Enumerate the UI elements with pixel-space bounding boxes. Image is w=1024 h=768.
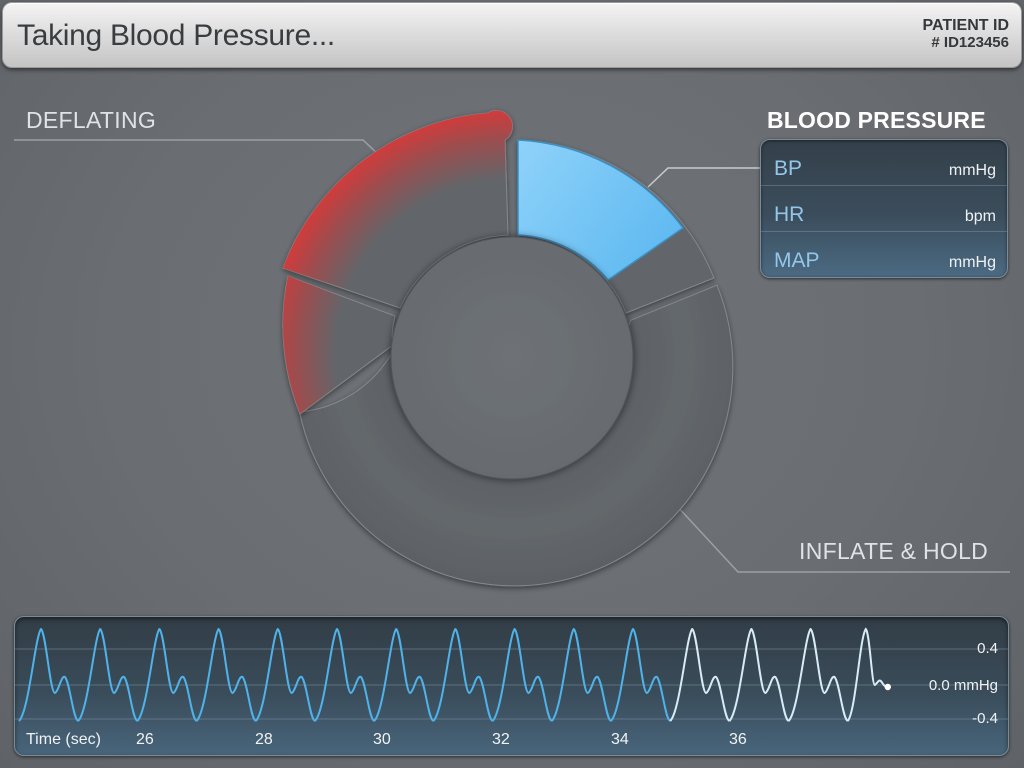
hr-label: HR bbox=[774, 203, 805, 226]
bp-row: BP mmHg bbox=[761, 140, 1007, 186]
deflating-status-label: DEFLATING bbox=[26, 107, 157, 133]
waveform-beat bbox=[373, 628, 435, 722]
waveform-current-beat bbox=[846, 627, 888, 722]
waveform-beat bbox=[669, 628, 731, 722]
hr-unit: bpm bbox=[964, 208, 996, 225]
blood-pressure-heading: BLOOD PRESSURE bbox=[767, 107, 986, 133]
x-axis-label: Time (sec) bbox=[26, 731, 101, 748]
pressure-waveform bbox=[15, 627, 1008, 722]
waveform-beat bbox=[787, 628, 849, 722]
pressure-waveform-panel: 0.4 0.0 mmHg -0.4 Time (sec) 26 28 30 32… bbox=[14, 616, 1009, 756]
waveform-beat bbox=[610, 628, 671, 722]
deflating-leader-line bbox=[14, 139, 396, 171]
waveform-beat bbox=[195, 628, 257, 722]
y-tick-zero: 0.0 mmHg bbox=[928, 677, 998, 694]
waveform-beat bbox=[136, 628, 198, 722]
waveform-beat bbox=[254, 628, 316, 722]
x-tick-34: 34 bbox=[611, 731, 629, 748]
bp-unit: mmHg bbox=[948, 162, 996, 179]
y-tick-bottom: -0.4 bbox=[972, 710, 998, 727]
waveform-beat bbox=[491, 628, 553, 722]
waveform-beat bbox=[432, 628, 494, 722]
waveform-beat bbox=[18, 628, 79, 722]
map-unit: mmHg bbox=[948, 254, 996, 271]
x-tick-26: 26 bbox=[136, 731, 154, 748]
gauge-center bbox=[390, 236, 634, 480]
x-tick-32: 32 bbox=[492, 731, 510, 748]
map-row: MAP mmHg bbox=[761, 232, 1007, 277]
x-tick-30: 30 bbox=[373, 731, 391, 748]
waveform-beat bbox=[728, 628, 790, 722]
map-label: MAP bbox=[774, 249, 820, 272]
y-tick-top: 0.4 bbox=[977, 640, 998, 657]
x-tick-36: 36 bbox=[729, 731, 747, 748]
x-tick-28: 28 bbox=[255, 731, 273, 748]
bp-label: BP bbox=[774, 157, 803, 180]
waveform-beat bbox=[314, 628, 375, 722]
hr-row: HR bpm bbox=[761, 186, 1007, 232]
waveform-beat bbox=[77, 628, 139, 722]
waveform-cursor-dot bbox=[884, 683, 891, 691]
bp-leader-line bbox=[647, 167, 760, 188]
blood-pressure-panel: BP mmHg HR bpm MAP mmHg bbox=[760, 139, 1008, 278]
waveform-beat bbox=[550, 628, 612, 722]
inflate-hold-label: INFLATE & HOLD bbox=[799, 538, 989, 564]
